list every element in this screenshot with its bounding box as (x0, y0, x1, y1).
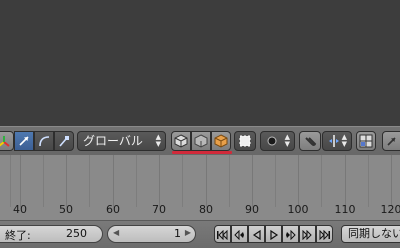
transform-orientation-dropdown[interactable]: グローバル ▲ ▼ (77, 131, 166, 151)
rotate-arc-icon (35, 132, 53, 150)
manipulator-toggle-button[interactable] (0, 131, 14, 151)
timeline-tick-label: 80 (199, 203, 213, 216)
increment-arrow-icon[interactable]: ▶ (185, 228, 191, 237)
jump-to-keyframe-forward-button[interactable] (282, 225, 299, 243)
render-grid-button[interactable] (356, 131, 376, 151)
translate-manipulator-button[interactable] (14, 131, 34, 151)
highlight-underline (172, 151, 232, 154)
translate-arrow-icon (15, 132, 33, 150)
orange-cube-icon (212, 132, 230, 150)
snap-element-dropdown[interactable]: ▲ ▼ (322, 131, 352, 151)
key-forward-icon (285, 225, 296, 244)
jump-to-keyframe-back-button[interactable] (231, 225, 248, 243)
timeline-area[interactable]: 40 50 60 70 80 90 100 110 120 (0, 155, 400, 220)
transform-orientation-value: グローバル (83, 134, 143, 148)
timeline-tick-label: 50 (59, 203, 73, 216)
proportional-edit-dropdown[interactable]: ▲ ▼ (260, 131, 295, 151)
scale-handle-icon (55, 132, 73, 150)
scale-manipulator-button[interactable] (54, 131, 74, 151)
jump-end-icon (319, 225, 330, 244)
manipulator-icon (0, 132, 13, 150)
textured-cube-button[interactable] (211, 131, 231, 151)
decrement-arrow-icon[interactable]: ◀ (113, 228, 119, 237)
play-button[interactable] (265, 225, 282, 243)
cube-icon (172, 132, 190, 150)
jump-start-icon (217, 225, 228, 244)
end-frame-field[interactable]: 終了: 250 (0, 225, 103, 243)
end-frame-label: 終了: (5, 229, 31, 242)
rotate-manipulator-button[interactable] (34, 131, 54, 151)
end-frame-value: 250 (66, 227, 87, 240)
timeline-tick-label: 90 (245, 203, 259, 216)
play-reverse-icon (252, 225, 262, 244)
play-icon (269, 225, 279, 244)
jump-to-start-button[interactable] (214, 225, 231, 243)
solid-cube-button[interactable] (171, 131, 191, 151)
limit-selection-button[interactable] (234, 131, 256, 151)
timeline-footer: 終了: 250 ◀ 1 ▶ 同期しない (0, 220, 400, 248)
arrow-icon (383, 132, 400, 150)
fast-forward-icon (302, 225, 313, 244)
snap-toggle-button[interactable] (299, 131, 321, 151)
play-reverse-button[interactable] (248, 225, 265, 243)
dropdown-arrows-icon: ▲ ▼ (155, 133, 161, 148)
timeline-tick-label: 40 (13, 203, 27, 216)
timeline-tick-label: 120 (380, 203, 400, 216)
sync-mode-value: 同期しない (348, 227, 400, 240)
timeline-tick-label: 70 (152, 203, 166, 216)
key-back-icon (234, 225, 245, 244)
cube-outline-icon (192, 132, 210, 150)
timeline-tick-label: 110 (334, 203, 356, 216)
wire-cube-button[interactable] (191, 131, 211, 151)
dropdown-arrows-icon: ▲ ▼ (284, 133, 290, 148)
3d-viewport[interactable] (0, 0, 400, 126)
dropdown-arrows-icon: ▲ ▼ (341, 133, 347, 148)
timeline-tick-label: 60 (106, 203, 120, 216)
sync-mode-dropdown[interactable]: 同期しない (341, 225, 400, 243)
current-frame-field[interactable]: ◀ 1 ▶ (107, 225, 196, 243)
current-frame-value: 1 (174, 227, 181, 240)
jump-to-end-button[interactable] (316, 225, 333, 243)
magnet-icon (300, 132, 320, 150)
timeline-tick-label: 100 (287, 203, 309, 216)
grid-icon (357, 132, 375, 150)
step-forward-button[interactable] (299, 225, 316, 243)
extra-tool-button[interactable] (382, 131, 400, 151)
dotted-square-icon (235, 132, 255, 150)
